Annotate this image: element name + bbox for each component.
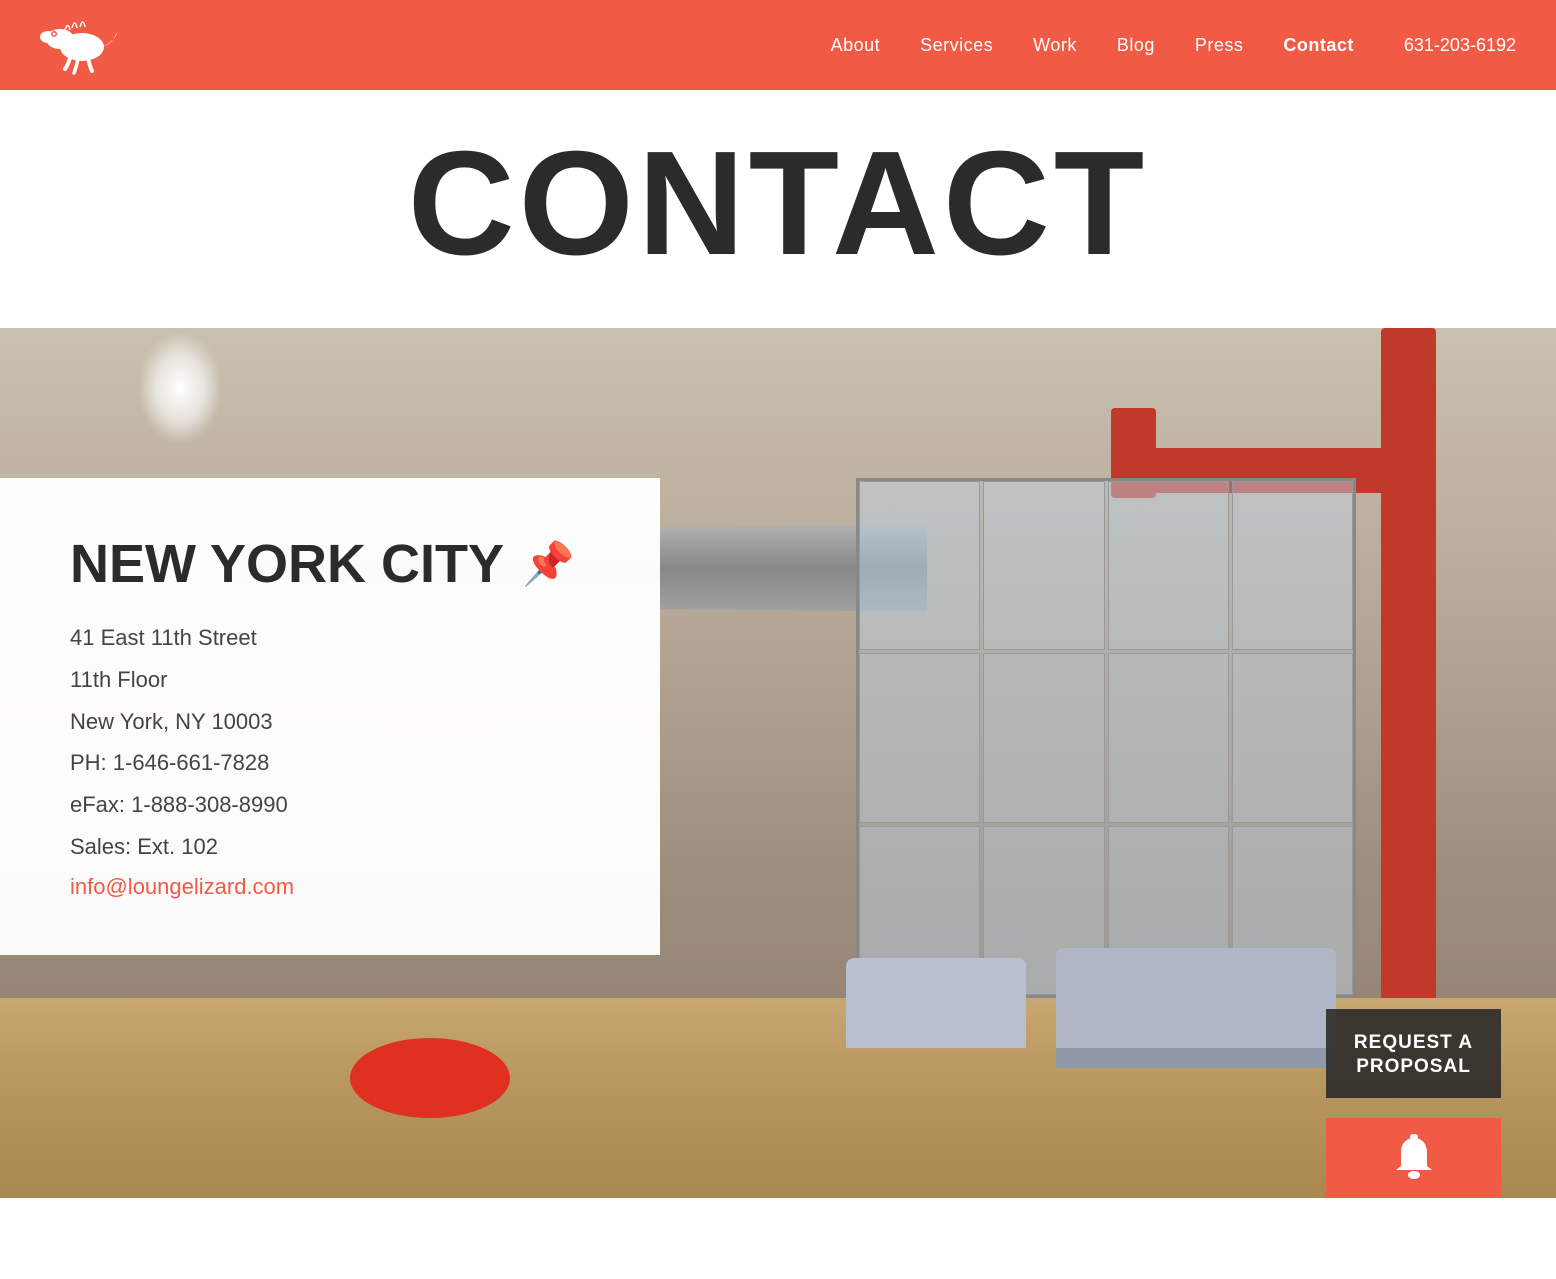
- logo-icon: [40, 13, 120, 78]
- glass-panel: [1232, 481, 1353, 650]
- glass-panel: [983, 653, 1104, 822]
- glass-panel: [1108, 481, 1229, 650]
- office-email[interactable]: info@loungelizard.com: [70, 874, 600, 900]
- address-line3: New York, NY 10003: [70, 701, 600, 743]
- nav-press[interactable]: Press: [1195, 35, 1244, 56]
- office-section: NEW YORK CITY 📌 41 East 11th Street 11th…: [0, 328, 1556, 1198]
- nav-about[interactable]: About: [831, 35, 881, 56]
- glass-panel: [1232, 653, 1353, 822]
- bell-button[interactable]: [1326, 1118, 1501, 1198]
- office-efax: eFax: 1-888-308-8990: [70, 784, 600, 826]
- office-phone: PH: 1-646-661-7828: [70, 742, 600, 784]
- info-card: NEW YORK CITY 📌 41 East 11th Street 11th…: [0, 478, 660, 955]
- address-line2: 11th Floor: [70, 659, 600, 701]
- glass-wall: [856, 478, 1356, 998]
- city-name: NEW YORK CITY: [70, 533, 504, 595]
- main-nav: About Services Work Blog Press Contact 6…: [831, 35, 1516, 56]
- site-header: About Services Work Blog Press Contact 6…: [0, 0, 1556, 90]
- address-line1: 41 East 11th Street: [70, 617, 600, 659]
- nav-work[interactable]: Work: [1033, 35, 1077, 56]
- glass-panel: [859, 653, 980, 822]
- request-proposal-button[interactable]: REQUEST A PROPOSAL: [1326, 1009, 1501, 1098]
- office-sales: Sales: Ext. 102: [70, 826, 600, 868]
- glass-panel: [859, 481, 980, 650]
- city-title-row: NEW YORK CITY 📌: [70, 533, 600, 595]
- pin-icon: 📌: [522, 540, 574, 589]
- nav-contact[interactable]: Contact: [1283, 35, 1354, 56]
- bell-icon: [1388, 1132, 1440, 1184]
- page-title-section: CONTACT: [0, 90, 1556, 328]
- nav-blog[interactable]: Blog: [1117, 35, 1155, 56]
- request-line2: PROPOSAL: [1356, 1056, 1471, 1077]
- logo-area[interactable]: [40, 13, 120, 78]
- header-phone[interactable]: 631-203-6192: [1404, 35, 1516, 56]
- glass-panel: [1108, 653, 1229, 822]
- sofa-right: [1056, 948, 1336, 1048]
- page-title: CONTACT: [408, 130, 1148, 278]
- nav-services[interactable]: Services: [920, 35, 993, 56]
- ottoman: [350, 1038, 510, 1118]
- request-line1: REQUEST A: [1354, 1032, 1473, 1053]
- glass-panel: [983, 481, 1104, 650]
- sofa-left: [846, 958, 1026, 1048]
